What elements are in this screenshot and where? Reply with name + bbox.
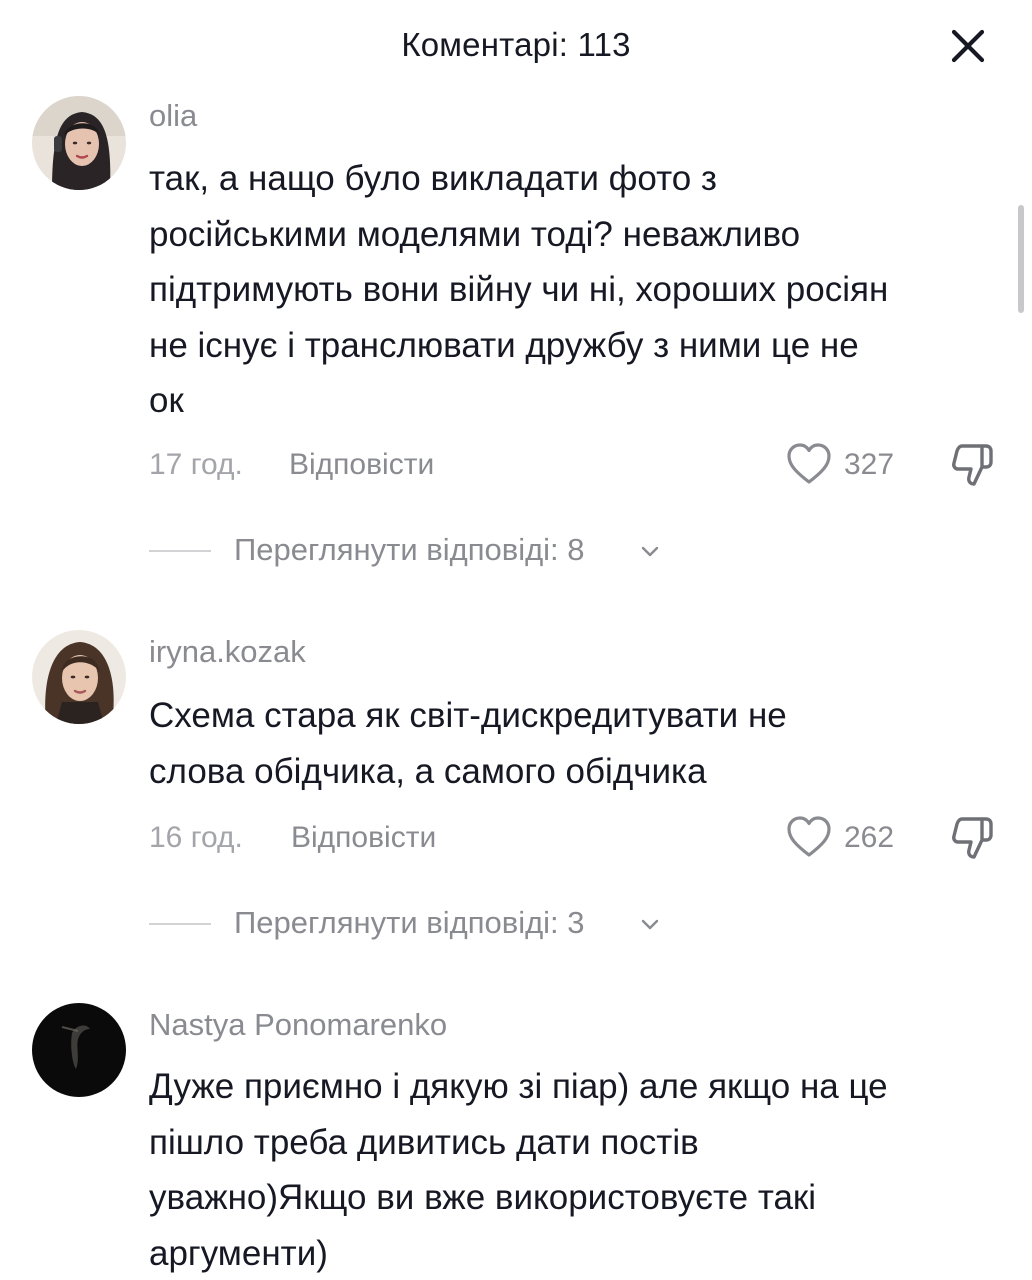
like-count: 327 [844, 448, 895, 481]
comment-username[interactable]: olia [149, 98, 197, 134]
chevron-down-icon [641, 546, 659, 557]
thumbs-down-icon [952, 444, 993, 486]
replies-divider [149, 923, 211, 925]
comments-sheet: Коментарі: 113 olia так, а нащо було вик… [0, 0, 1032, 1280]
scrollbar[interactable] [1018, 205, 1024, 313]
avatar[interactable] [32, 96, 126, 190]
comment-text: Схема стара як світ-дискредитувати не сл… [149, 688, 1009, 799]
thumbs-down-icon [952, 817, 993, 859]
comment-text-line: російськими моделями тоді? неважливо [149, 214, 801, 254]
comment-username[interactable]: iryna.kozak [149, 634, 306, 670]
comment-text-line: ок [149, 381, 184, 420]
comment-text-line: слова обідчика, а самого обідчика [149, 751, 707, 791]
comment-time: 16 год. [149, 821, 243, 854]
comment-text-line: пішло треба дивитись дати постів [149, 1122, 699, 1162]
comment-text-line: аргументи) [149, 1233, 328, 1273]
chevron-down-icon [641, 919, 659, 930]
dislike-button[interactable] [948, 813, 996, 863]
comment-actions: 17 год. Відповісти 327 [149, 440, 996, 490]
comment-text: Дуже приємно і дякую зі піар) але якщо н… [149, 1059, 1009, 1280]
avatar[interactable] [32, 630, 126, 724]
view-replies-label: Переглянути відповіді: 3 [234, 905, 585, 940]
comment-text-line: не існує і транслювати дружбу з ними це … [149, 325, 859, 365]
comment-text-line: так, а нащо було викладати фото з [149, 159, 717, 198]
reply-button[interactable]: Відповісти [289, 448, 434, 482]
comment-text-line: підтримують вони війну чи ні, хороших ро… [149, 270, 889, 309]
like-button[interactable]: 262 [786, 813, 906, 863]
heart-outline-icon [787, 443, 831, 484]
comment-username[interactable]: Nastya Ponomarenko [149, 1007, 447, 1043]
like-count: 262 [844, 821, 895, 854]
comment-text-line: Дуже приємно і дякую зі піар) але якщо н… [149, 1067, 888, 1106]
comment-time: 17 год. [149, 448, 243, 481]
comment-text-line: Схема стара як світ-дискредитувати не [149, 696, 787, 735]
comment-actions: 16 год. Відповісти 262 [149, 813, 996, 863]
comments-title: Коментарі: 113 [401, 26, 631, 63]
comment-text-line: уважно)Якщо ви вже використовуєте такі [149, 1178, 817, 1217]
dislike-button[interactable] [948, 440, 996, 490]
replies-divider [149, 550, 211, 552]
comment-text: так, а нащо було викладати фото з російс… [149, 151, 1009, 429]
view-replies-label: Переглянути відповіді: 8 [234, 532, 585, 567]
like-button[interactable]: 327 [786, 440, 906, 490]
comments-header: Коментарі: 113 [0, 0, 1032, 92]
close-button[interactable] [948, 26, 988, 66]
close-icon [951, 29, 985, 63]
avatar[interactable] [32, 1003, 126, 1097]
reply-button[interactable]: Відповісти [291, 821, 436, 855]
heart-outline-icon [787, 816, 831, 857]
